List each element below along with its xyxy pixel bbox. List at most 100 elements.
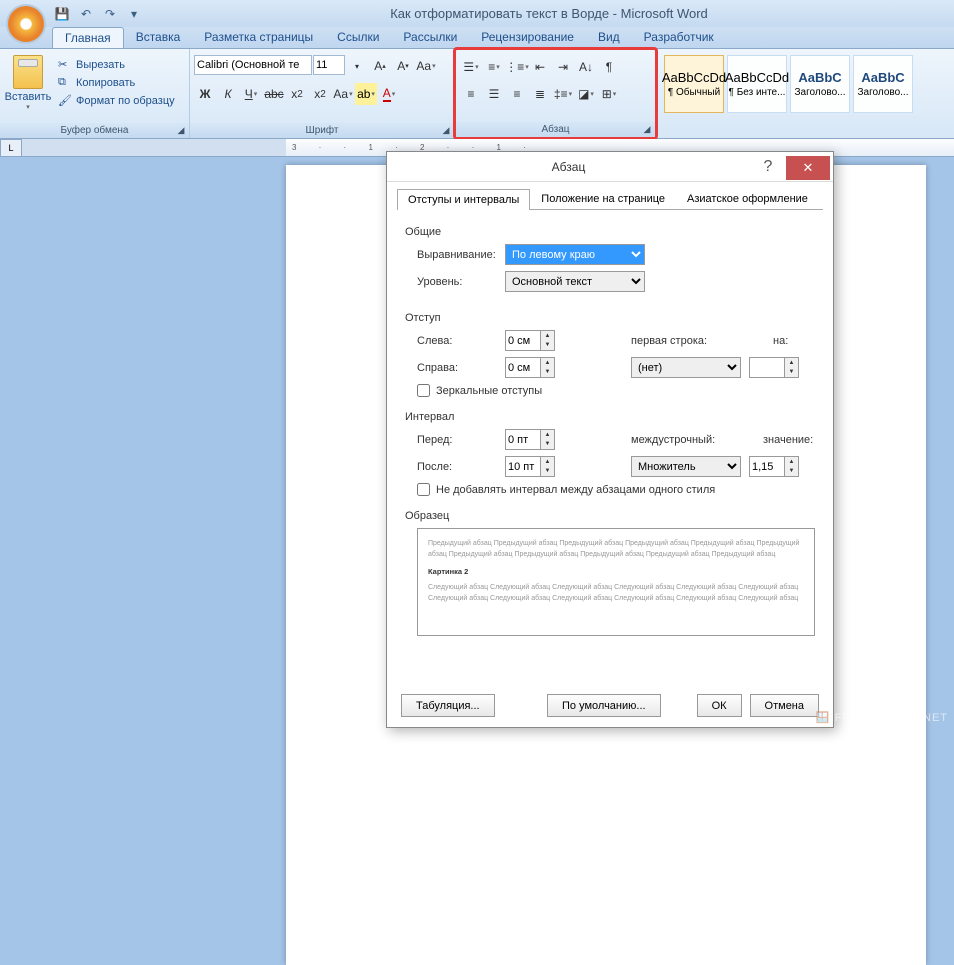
group-styles: AaBbCcDd ¶ Обычный AaBbCcDd ¶ Без инте..…: [656, 49, 954, 138]
multilevel-button[interactable]: ⋮≡: [506, 56, 528, 78]
spin-down-icon[interactable]: ▼: [541, 341, 554, 351]
line-spacing-label: междустрочный:: [631, 434, 741, 446]
increase-indent-button[interactable]: ⇥: [552, 56, 574, 78]
space-before-spinner[interactable]: ▲▼: [505, 429, 555, 450]
group-paragraph-label: Абзац◢: [456, 122, 655, 137]
paragraph-dialog-launcher-icon[interactable]: ◢: [641, 124, 653, 136]
tab-mailings[interactable]: Рассылки: [391, 27, 469, 48]
line-spacing-button[interactable]: ‡≡: [552, 83, 574, 105]
superscript-button[interactable]: x2: [309, 83, 331, 105]
dlg-tab-asian[interactable]: Азиатское оформление: [676, 188, 819, 209]
style-heading2[interactable]: AaBbC Заголово...: [853, 55, 913, 113]
dialog-titlebar[interactable]: Абзац ? ✕: [387, 152, 833, 182]
outline-level-combo[interactable]: Основной текст: [505, 271, 645, 292]
sort-button[interactable]: A↓: [575, 56, 597, 78]
indent-right-spinner[interactable]: ▲▼: [505, 357, 555, 378]
cancel-button[interactable]: Отмена: [750, 694, 819, 717]
style-no-spacing[interactable]: AaBbCcDd ¶ Без инте...: [727, 55, 787, 113]
underline-button[interactable]: Ч: [240, 83, 262, 105]
spin-down-icon[interactable]: ▼: [541, 368, 554, 378]
spin-up-icon[interactable]: ▲: [541, 457, 554, 467]
format-painter-button[interactable]: 🖌Формат по образцу: [54, 93, 179, 109]
shading-button[interactable]: ◪: [575, 83, 597, 105]
paste-button[interactable]: Вставить ▾: [4, 55, 52, 111]
default-button[interactable]: По умолчанию...: [547, 694, 661, 717]
strikethrough-button[interactable]: abc: [263, 83, 285, 105]
font-color-button[interactable]: A: [378, 83, 400, 105]
paste-label: Вставить: [5, 91, 52, 103]
tabs-button[interactable]: Табуляция...: [401, 694, 495, 717]
group-font: ▾ A▴ A▾ Aa Ж К Ч abc x2 x2 Aa ab A Шрифт…: [190, 49, 455, 138]
style-name: ¶ Обычный: [668, 87, 720, 98]
style-normal[interactable]: AaBbCcDd ¶ Обычный: [664, 55, 724, 113]
style-heading1[interactable]: AaBbC Заголово...: [790, 55, 850, 113]
tab-developer[interactable]: Разработчик: [632, 27, 726, 48]
spin-up-icon[interactable]: ▲: [541, 358, 554, 368]
spin-down-icon[interactable]: ▼: [785, 467, 798, 477]
alignment-combo[interactable]: По левому краю: [505, 244, 645, 265]
tab-view[interactable]: Вид: [586, 27, 632, 48]
dialog-help-button[interactable]: ?: [750, 154, 786, 180]
ok-button[interactable]: ОК: [697, 694, 742, 717]
spin-up-icon[interactable]: ▲: [541, 430, 554, 440]
subscript-button[interactable]: x2: [286, 83, 308, 105]
dlg-tab-position[interactable]: Положение на странице: [530, 188, 676, 209]
copy-button[interactable]: ⧉Копировать: [54, 75, 179, 91]
align-left-button[interactable]: ≡: [460, 83, 482, 105]
font-size-dropdown-icon[interactable]: ▾: [346, 55, 368, 77]
show-marks-button[interactable]: ¶: [598, 56, 620, 78]
decrease-indent-button[interactable]: ⇤: [529, 56, 551, 78]
borders-button[interactable]: ⊞: [598, 83, 620, 105]
first-line-combo[interactable]: (нет): [631, 357, 741, 378]
justify-button[interactable]: ≣: [529, 83, 551, 105]
dlg-tab-indents[interactable]: Отступы и интервалы: [397, 189, 530, 210]
dont-add-space-checkbox[interactable]: [417, 483, 430, 496]
ruler-corner[interactable]: L: [0, 139, 22, 157]
highlight-button[interactable]: ab: [355, 83, 377, 105]
grow-font-button[interactable]: A▴: [369, 55, 391, 77]
at-label: значение:: [763, 434, 813, 446]
spin-up-icon[interactable]: ▲: [785, 358, 798, 368]
spin-up-icon[interactable]: ▲: [541, 331, 554, 341]
group-paragraph: ☰ ≡ ⋮≡ ⇤ ⇥ A↓ ¶ ≡ ☰ ≡ ≣ ‡≡ ◪ ⊞ Абзац◢: [453, 47, 658, 140]
line-spacing-at-spinner[interactable]: ▲▼: [749, 456, 799, 477]
office-button[interactable]: [6, 4, 46, 44]
spin-down-icon[interactable]: ▼: [541, 467, 554, 477]
italic-button[interactable]: К: [217, 83, 239, 105]
qat-save-icon[interactable]: 💾: [52, 4, 72, 24]
tab-review[interactable]: Рецензирование: [469, 27, 586, 48]
space-after-spinner[interactable]: ▲▼: [505, 456, 555, 477]
bold-button[interactable]: Ж: [194, 83, 216, 105]
tab-home[interactable]: Главная: [52, 27, 124, 48]
align-right-button[interactable]: ≡: [506, 83, 528, 105]
spin-down-icon[interactable]: ▼: [541, 440, 554, 450]
style-preview: AaBbCcDd: [725, 70, 789, 85]
qat-customize-icon[interactable]: ▾: [124, 4, 144, 24]
spin-up-icon[interactable]: ▲: [785, 457, 798, 467]
change-case-button[interactable]: Aa: [332, 83, 354, 105]
cut-button[interactable]: ✂Вырезать: [54, 57, 179, 73]
first-line-by-spinner[interactable]: ▲▼: [749, 357, 799, 378]
shrink-font-button[interactable]: A▾: [392, 55, 414, 77]
tab-insert[interactable]: Вставка: [124, 27, 193, 48]
bullets-button[interactable]: ☰: [460, 56, 482, 78]
spin-down-icon[interactable]: ▼: [785, 368, 798, 378]
mirror-indents-checkbox[interactable]: [417, 384, 430, 397]
qat-redo-icon[interactable]: ↷: [100, 4, 120, 24]
watermark: 🪟 FREE-OFFICE.NET: [816, 711, 948, 724]
clipboard-dialog-launcher-icon[interactable]: ◢: [175, 125, 187, 137]
font-size-combo[interactable]: [313, 55, 345, 75]
numbering-button[interactable]: ≡: [483, 56, 505, 78]
qat-undo-icon[interactable]: ↶: [76, 4, 96, 24]
font-dialog-launcher-icon[interactable]: ◢: [440, 125, 452, 137]
align-center-button[interactable]: ☰: [483, 83, 505, 105]
tab-references[interactable]: Ссылки: [325, 27, 391, 48]
line-spacing-combo[interactable]: Множитель: [631, 456, 741, 477]
paste-icon: [13, 55, 43, 89]
tab-page-layout[interactable]: Разметка страницы: [192, 27, 325, 48]
clear-formatting-button[interactable]: Aa: [415, 55, 437, 77]
font-family-combo[interactable]: [194, 55, 312, 75]
indent-left-label: Слева:: [417, 335, 497, 347]
indent-left-spinner[interactable]: ▲▼: [505, 330, 555, 351]
dialog-close-button[interactable]: ✕: [786, 156, 830, 180]
